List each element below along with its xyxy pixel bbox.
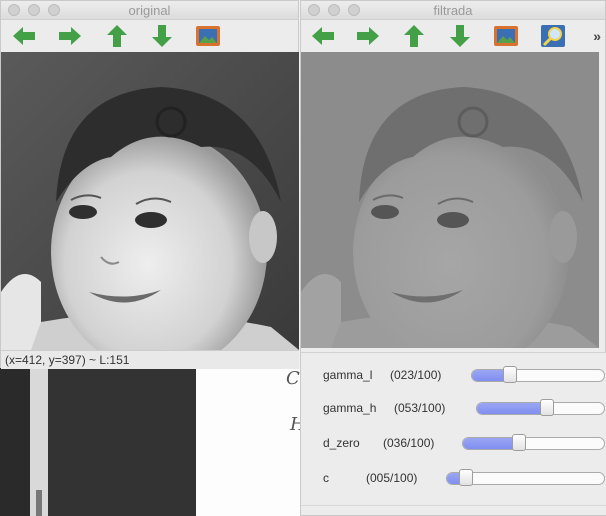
arrow-up-icon	[107, 25, 127, 47]
arrow-left-icon	[312, 27, 334, 45]
slider-fill	[463, 438, 518, 449]
original-image[interactable]	[1, 52, 299, 350]
save-image-icon	[196, 26, 220, 46]
slider-c: c (005/100)	[301, 468, 606, 490]
slider-value: (053/100)	[394, 401, 446, 415]
filtered-window-title: filtrada	[433, 3, 473, 18]
zoom-image-button[interactable]	[539, 24, 567, 48]
slider-label: d_zero	[323, 436, 360, 450]
trackbar-footer	[301, 505, 606, 515]
arrow-down-icon	[450, 25, 470, 47]
toolbar-overflow-button[interactable]: »	[593, 28, 601, 44]
slider-thumb[interactable]	[539, 399, 554, 416]
filtered-toolbar: »	[301, 20, 605, 52]
pan-up-button[interactable]	[400, 24, 428, 48]
arrow-right-icon	[59, 27, 81, 45]
arrow-right-icon	[357, 27, 379, 45]
pan-right-button[interactable]	[354, 24, 382, 48]
background-scrollbar	[30, 368, 48, 516]
slider-value: (023/100)	[390, 368, 442, 382]
slider-d-zero: d_zero (036/100)	[301, 433, 606, 455]
arrow-left-icon	[13, 27, 35, 45]
slider-value: (036/100)	[383, 436, 435, 450]
pan-down-button[interactable]	[446, 24, 474, 48]
save-image-button[interactable]	[492, 24, 520, 48]
background-glyph: C	[286, 368, 300, 389]
pan-left-button[interactable]	[10, 24, 38, 48]
arrow-up-icon	[404, 25, 424, 47]
slider-label: c	[323, 471, 329, 485]
filtered-image[interactable]	[301, 52, 599, 348]
slider-label: gamma_l	[323, 368, 373, 382]
original-window[interactable]: original (x=412, y=397) ~ L:151	[0, 0, 299, 369]
status-bar: (x=412, y=397) ~ L:151	[1, 350, 299, 369]
save-image-icon	[494, 26, 518, 46]
pan-down-button[interactable]	[148, 24, 176, 48]
slider-thumb[interactable]	[512, 434, 527, 451]
original-toolbar	[1, 20, 298, 52]
trackbar-panel: gamma_l (023/100) gamma_h (053/100) d_ze…	[301, 352, 606, 515]
pan-right-button[interactable]	[56, 24, 84, 48]
slider-label: gamma_h	[323, 401, 377, 415]
background-pane	[48, 368, 196, 516]
slider-thumb[interactable]	[458, 469, 473, 486]
background-editor-area: C H	[196, 368, 306, 516]
filtered-titlebar[interactable]: filtrada	[301, 1, 605, 20]
slider-gamma-h: gamma_h (053/100)	[301, 398, 606, 420]
background-scroll-thumb	[36, 490, 42, 516]
pan-left-button[interactable]	[309, 24, 337, 48]
slider-value: (005/100)	[366, 471, 418, 485]
save-image-button[interactable]	[194, 24, 222, 48]
background-terminal-area	[0, 368, 196, 516]
slider-fill	[477, 403, 545, 414]
slider-track[interactable]	[462, 437, 605, 450]
slider-track[interactable]	[471, 369, 605, 382]
original-titlebar[interactable]: original	[1, 1, 298, 20]
filtered-window[interactable]: filtrada » gamma_l (023/100) gamma_h (05…	[300, 0, 606, 516]
zoom-icon	[541, 25, 565, 47]
original-window-title: original	[128, 3, 171, 18]
slider-thumb[interactable]	[503, 366, 518, 383]
arrow-down-icon	[152, 25, 172, 47]
pan-up-button[interactable]	[103, 24, 131, 48]
slider-gamma-l: gamma_l (023/100)	[301, 365, 606, 387]
